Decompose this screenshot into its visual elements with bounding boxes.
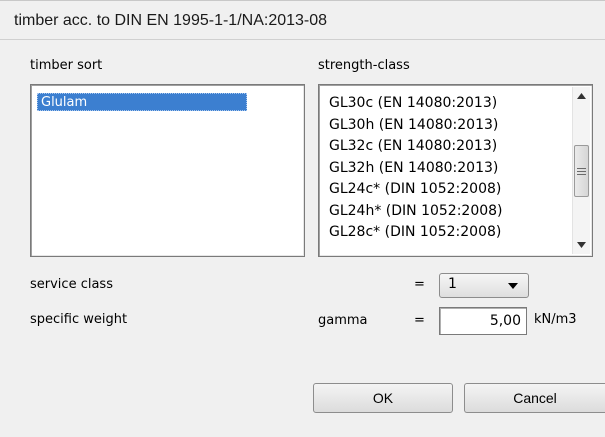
- service-class-label: service class: [30, 277, 113, 292]
- specific-weight-unit: kN/m3: [534, 312, 577, 327]
- specific-weight-input[interactable]: [439, 307, 527, 335]
- strength-class-items: GL30c (EN 14080:2013) GL30h (EN 14080:20…: [329, 93, 557, 244]
- service-class-value: 1: [448, 276, 457, 292]
- strength-class-list[interactable]: GL30c (EN 14080:2013) GL30h (EN 14080:20…: [318, 84, 593, 257]
- scroll-thumb[interactable]: [574, 145, 589, 197]
- service-class-equals: =: [414, 277, 425, 292]
- window-title: timber acc. to DIN EN 1995-1-1/NA:2013-0…: [14, 12, 328, 29]
- cancel-button[interactable]: Cancel: [464, 383, 605, 413]
- grip-icon: [577, 167, 586, 175]
- ok-button[interactable]: OK: [313, 383, 453, 413]
- timber-sort-list[interactable]: Glulam: [30, 84, 305, 257]
- strength-class-item[interactable]: GL24c* (DIN 1052:2008): [329, 179, 557, 201]
- title-bar[interactable]: timber acc. to DIN EN 1995-1-1/NA:2013-0…: [0, 0, 605, 40]
- strength-class-scrollbar[interactable]: [572, 87, 590, 254]
- arrow-up-icon: [577, 93, 586, 99]
- strength-class-item[interactable]: GL30h (EN 14080:2013): [329, 115, 557, 137]
- gamma-label: gamma: [318, 313, 368, 328]
- strength-class-item[interactable]: GL24h* (DIN 1052:2008): [329, 201, 557, 223]
- scroll-up-button[interactable]: [573, 87, 590, 105]
- timber-sort-item-glulam[interactable]: Glulam: [37, 93, 247, 111]
- dialog-window: timber acc. to DIN EN 1995-1-1/NA:2013-0…: [0, 0, 605, 437]
- strength-class-item[interactable]: GL32c (EN 14080:2013): [329, 136, 557, 158]
- service-class-dropdown[interactable]: 1: [439, 273, 529, 298]
- strength-class-item[interactable]: GL28c* (DIN 1052:2008): [329, 222, 557, 244]
- strength-class-label: strength-class: [318, 58, 410, 73]
- strength-class-item[interactable]: GL32h (EN 14080:2013): [329, 158, 557, 180]
- timber-sort-label: timber sort: [30, 58, 103, 73]
- strength-class-item[interactable]: GL30c (EN 14080:2013): [329, 93, 557, 115]
- arrow-down-icon: [577, 242, 586, 248]
- specific-weight-equals: =: [414, 313, 425, 328]
- chevron-down-icon: [508, 283, 518, 289]
- scroll-down-button[interactable]: [573, 236, 590, 254]
- specific-weight-label: specific weight: [30, 312, 128, 327]
